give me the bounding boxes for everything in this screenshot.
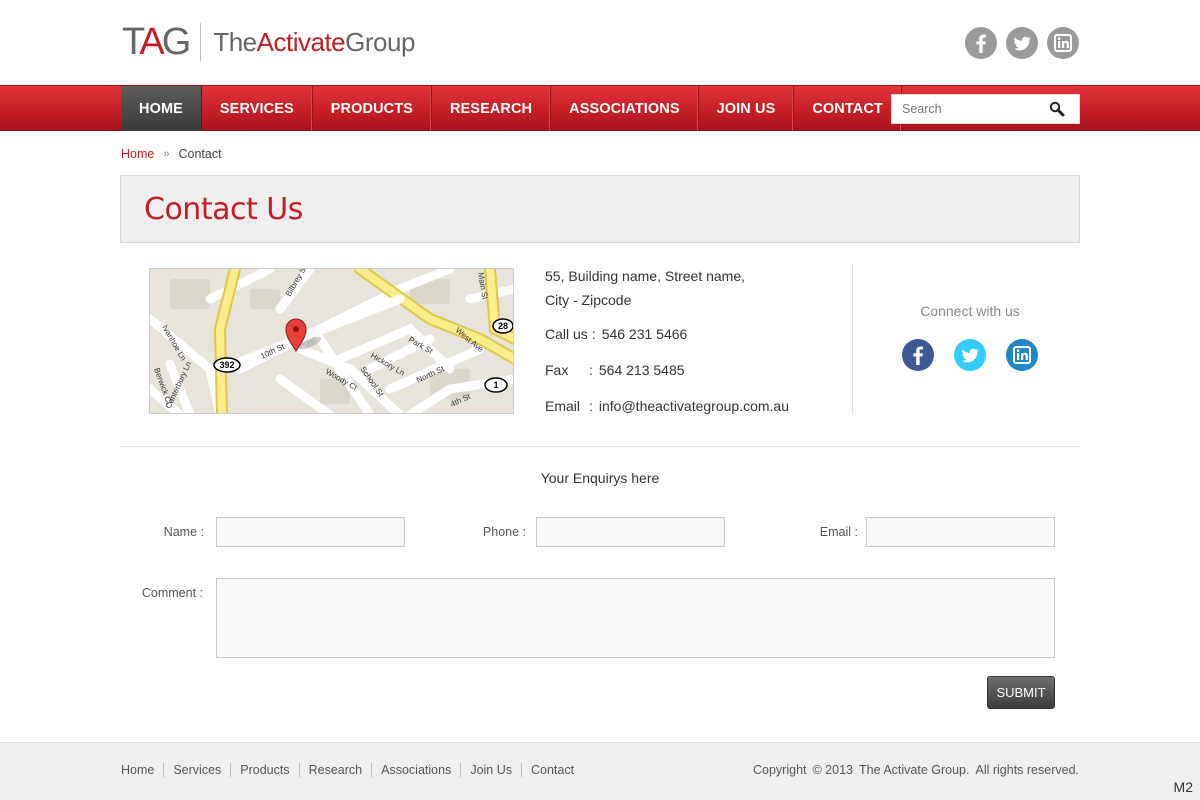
email-link[interactable]: info@theactivategroup.com.au	[599, 398, 789, 414]
email-row: Email : info@theactivategroup.com.au	[545, 398, 789, 414]
nav-item-services[interactable]: SERVICES	[202, 86, 313, 131]
nav-item-research[interactable]: RESEARCH	[432, 86, 552, 131]
footer-link-contact[interactable]: Contact	[522, 763, 583, 777]
email-label: Email	[545, 398, 581, 414]
fax-colon: :	[589, 362, 593, 378]
copyright-word: Copyright	[753, 763, 807, 777]
corner-tag: M2	[1173, 779, 1193, 795]
address: 55, Building name, Street name, City - Z…	[545, 264, 745, 312]
copyright-year: © 2013	[812, 763, 854, 777]
logo-mark-a: A	[139, 21, 164, 63]
page-title: Contact Us	[144, 192, 303, 227]
name-label: Name :	[163, 525, 204, 539]
logo-mark-g: G	[161, 21, 192, 63]
location-map[interactable]: 10th St Hickory Ln Park St West Ave Main…	[149, 268, 514, 414]
main-nav: HOME SERVICES PRODUCTS RESEARCH ASSOCIAT…	[0, 85, 1200, 131]
breadcrumb-separator: »	[163, 148, 170, 160]
logo-mark: TAG	[122, 21, 192, 63]
logo[interactable]: TAG TheActivateGroup	[122, 22, 415, 62]
nav-item-home[interactable]: HOME	[121, 86, 202, 131]
breadcrumb-current: Contact	[178, 147, 222, 161]
form-title: Your Enquirys here	[540, 470, 660, 486]
comment-label: Comment :	[141, 586, 203, 600]
name-field[interactable]	[216, 517, 405, 547]
route-shield: 28	[498, 321, 508, 331]
logo-divider	[200, 23, 202, 61]
twitter-icon[interactable]	[954, 339, 986, 371]
phone-field[interactable]	[536, 517, 725, 547]
copyright: Copyright © 2013 The Activate Group. All…	[753, 763, 1079, 777]
logo-text-activate: Activate	[256, 26, 346, 57]
submit-button[interactable]: SUBMIT	[987, 676, 1055, 709]
address-line-1: 55, Building name, Street name,	[545, 268, 746, 284]
search-input[interactable]	[892, 95, 1042, 123]
phone-label: Call us	[545, 326, 588, 342]
header-social-links	[965, 27, 1079, 59]
phone-row: Call us : 546 231 5466	[545, 326, 687, 342]
copyright-rights: All rights reserved.	[975, 763, 1079, 777]
fax-value: 564 213 5485	[598, 362, 685, 378]
footer-links: Home Services Products Research Associat…	[121, 763, 583, 777]
linkedin-icon[interactable]	[1047, 27, 1079, 59]
comment-field[interactable]	[216, 578, 1055, 658]
search-icon[interactable]	[1042, 95, 1072, 123]
twitter-icon[interactable]	[1006, 27, 1038, 59]
footer-link-join-us[interactable]: Join Us	[461, 763, 522, 777]
connect-title: Connect with us	[920, 303, 1020, 319]
logo-text-the: The	[213, 26, 257, 57]
breadcrumb-home-link[interactable]: Home	[121, 147, 154, 161]
vertical-divider	[852, 264, 853, 414]
section-divider	[120, 446, 1080, 447]
facebook-icon[interactable]	[902, 339, 934, 371]
footer-link-home[interactable]: Home	[121, 763, 165, 777]
site-header: TAG TheActivateGroup	[0, 0, 1200, 85]
site-footer: Home Services Products Research Associat…	[0, 742, 1200, 800]
footer-link-associations[interactable]: Associations	[372, 763, 462, 777]
facebook-icon[interactable]	[965, 27, 997, 59]
page-title-box: Contact Us	[120, 175, 1080, 243]
nav-item-join-us[interactable]: JOIN US	[699, 86, 795, 131]
footer-link-products[interactable]: Products	[231, 763, 300, 777]
phone-value: 546 231 5466	[601, 326, 688, 342]
linkedin-icon[interactable]	[1006, 339, 1038, 371]
connect-social-links	[902, 339, 1038, 371]
nav-items: HOME SERVICES PRODUCTS RESEARCH ASSOCIAT…	[121, 86, 902, 131]
nav-item-associations[interactable]: ASSOCIATIONS	[551, 86, 699, 131]
address-line-2: City - Zipcode	[545, 292, 632, 308]
route-shield: 392	[219, 360, 234, 370]
phone-colon: :	[591, 326, 596, 342]
copyright-company: The Activate Group.	[859, 763, 970, 777]
search-box	[891, 94, 1080, 124]
breadcrumb: Home » Contact	[121, 147, 222, 161]
fax-row: Fax : 564 213 5485	[545, 362, 685, 378]
logo-text-group: Group	[345, 26, 415, 57]
nav-item-contact[interactable]: CONTACT	[794, 86, 902, 131]
fax-label: Fax	[545, 362, 569, 378]
footer-link-services[interactable]: Services	[164, 763, 232, 777]
email-field[interactable]	[866, 517, 1055, 547]
route-shield: 1	[493, 380, 498, 390]
footer-link-research[interactable]: Research	[300, 763, 373, 777]
nav-item-products[interactable]: PRODUCTS	[313, 86, 432, 131]
email-label-form: Email :	[819, 525, 858, 539]
email-colon: :	[589, 398, 593, 414]
logo-text: TheActivateGroup	[213, 27, 415, 58]
logo-mark-t: T	[122, 21, 142, 63]
phone-label-form: Phone :	[482, 525, 526, 539]
